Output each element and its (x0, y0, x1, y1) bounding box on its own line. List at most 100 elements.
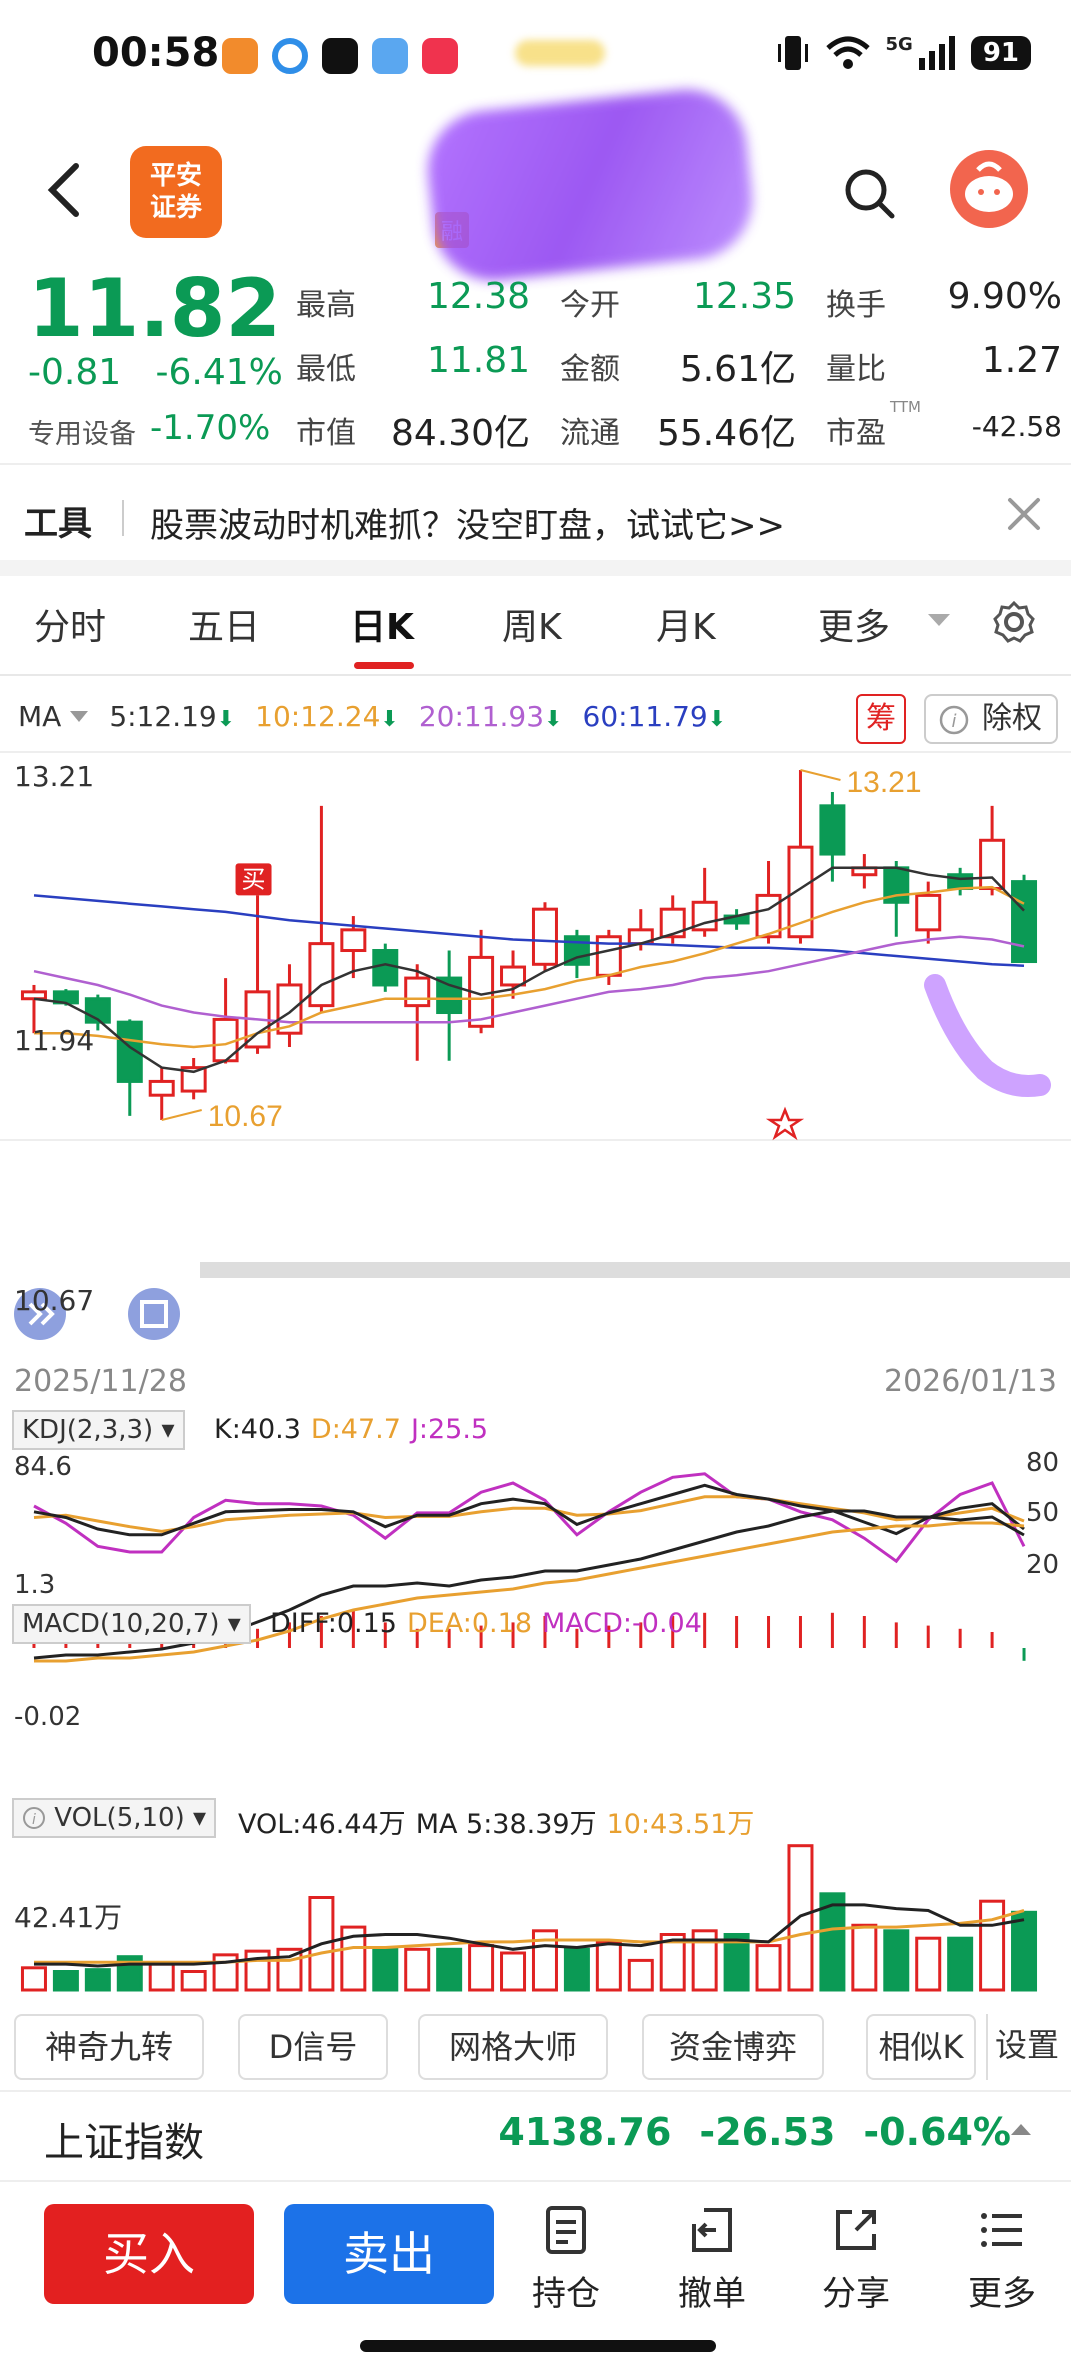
ma10-text: 10:12.24 (255, 700, 381, 733)
macd-label: MACD(10,20,7) (22, 1609, 220, 1639)
volume-bar (627, 1958, 654, 1992)
date-end: 2026/01/13 (884, 1364, 1057, 1399)
macd-value: MACD:-0.04 (542, 1608, 702, 1639)
sell-button[interactable]: 卖出 (284, 2204, 494, 2304)
tab-1[interactable]: 五日 (188, 598, 260, 650)
position-label: 持仓 (532, 2274, 600, 2314)
down-arrow-icon: ⬇ (380, 707, 399, 732)
kdj-selector[interactable]: KDJ(2,3,3) ▾ (12, 1410, 185, 1450)
candle-body (436, 976, 463, 1015)
current-price: 11.82 (28, 262, 282, 355)
document-icon (546, 2206, 586, 2254)
ma-legend[interactable]: MA 5:12.19⬇ 10:12.24⬇ 20:11.93⬇ 60:11.79… (18, 700, 726, 733)
tool-chip-5[interactable]: 设置 (986, 2014, 1066, 2080)
more-label: 更多 (968, 2274, 1036, 2314)
min-pointer (161, 1109, 202, 1121)
divider (0, 2180, 1071, 2182)
adjust-price-button[interactable]: i 除权 (924, 694, 1058, 744)
cancel-order-button[interactable]: 撤单 (662, 2204, 762, 2315)
tab-3[interactable]: 周K (502, 598, 562, 650)
status-app-icons (222, 38, 458, 74)
vol-ma10: 10:43.51万 (606, 1809, 755, 1840)
close-icon[interactable] (1004, 494, 1044, 534)
more-button[interactable]: 更多 (952, 2204, 1052, 2315)
quote-label: 最低 (296, 352, 356, 387)
volume-bar (851, 1923, 878, 1992)
kdj-d: D:47.7 (310, 1414, 401, 1445)
svg-text:i: i (951, 711, 956, 732)
quote-value: 55.46亿 (656, 413, 796, 454)
quote-label: 量比 (826, 352, 886, 387)
ma-label: MA (18, 700, 62, 733)
tool-label: 工具 (24, 504, 92, 544)
divider (0, 2090, 1071, 2092)
volume-bar (1011, 1910, 1038, 1992)
undo-icon (692, 2208, 732, 2252)
chip-distribution-button[interactable]: 筹 (856, 694, 906, 744)
volume-bar (148, 1962, 175, 1992)
volume-bar (755, 1944, 782, 1992)
macd-dea: DEA:0.18 (406, 1608, 532, 1639)
tool-promo-link[interactable]: 股票波动时机难抓？没空盯盘，试试它>> (150, 498, 785, 547)
max-pointer (800, 769, 841, 781)
vol-label: VOL(5,10) (54, 1803, 185, 1833)
menu-icon (981, 2213, 1022, 2247)
section-gap (0, 560, 1071, 576)
chevron-down-icon[interactable] (926, 612, 952, 628)
macd-axis: -0.02 (14, 1702, 82, 1732)
tool-chip-3[interactable]: 资金博弈 (642, 2014, 824, 2080)
info-icon: i (23, 1807, 45, 1829)
vol-selector[interactable]: i VOL(5,10) ▾ (12, 1798, 217, 1838)
gear-icon[interactable] (992, 600, 1036, 644)
home-indicator[interactable] (360, 2340, 716, 2352)
down-arrow-icon: ⬇ (707, 707, 727, 732)
tab-5[interactable]: 更多 (818, 598, 890, 650)
search-icon[interactable] (842, 166, 898, 222)
k-axis-mid: 11.94 (14, 1024, 95, 1057)
chat-bot-icon (965, 161, 1013, 212)
chevron-up-icon[interactable] (1010, 2122, 1032, 2136)
index-name[interactable]: 上证指数 (44, 2110, 204, 2168)
ma10-line (34, 885, 1025, 1049)
macd-selector[interactable]: MACD(10,20,7) ▾ (12, 1604, 251, 1644)
candle-body (531, 907, 558, 966)
candle-body (1011, 880, 1038, 964)
k-axis-top: 13.21 (14, 760, 95, 793)
vibrate-icon (777, 36, 808, 70)
volume-bar (595, 1940, 622, 1992)
vol-ma5: MA 5:38.39万 (415, 1809, 597, 1840)
assistant-avatar[interactable] (950, 150, 1028, 228)
volume-bar (883, 1929, 910, 1992)
position-button[interactable]: 持仓 (516, 2204, 616, 2315)
down-arrow-icon: ⬇ (544, 707, 563, 732)
tool-chip-4[interactable]: 相似K (866, 2014, 976, 2080)
tool-chip-2[interactable]: 网格大师 (418, 2014, 608, 2080)
quote-label: 市值 (296, 416, 356, 451)
star-icon (765, 1106, 805, 1141)
volume-bar (947, 1936, 974, 1992)
sector-name[interactable]: 专用设备 (28, 412, 136, 451)
tab-2[interactable]: 日K (350, 598, 414, 650)
index-value: 4138.76 (498, 2110, 672, 2154)
kdj-k: K:40.3 (214, 1414, 301, 1445)
quote-value: 11.81 (426, 340, 530, 381)
share-icon (836, 2210, 876, 2250)
candle-body (979, 838, 1006, 891)
buy-button[interactable]: 买入 (44, 2204, 254, 2304)
logo-text: 证券 (149, 193, 202, 223)
tab-0[interactable]: 分时 (34, 598, 106, 650)
tool-chip-1[interactable]: D信号 (238, 2014, 388, 2080)
tool-chip-0[interactable]: 神奇九转 (14, 2014, 204, 2080)
kdj-j: J:25.5 (410, 1414, 489, 1445)
kdj-axis-50: 50 (1026, 1498, 1060, 1528)
volume-bar (372, 1947, 399, 1992)
quote-label: 市盈 (826, 416, 886, 451)
volume-bar (500, 1951, 527, 1992)
app-icon (222, 38, 258, 74)
candle-body (372, 949, 399, 987)
share-button[interactable]: 分享 (806, 2204, 906, 2315)
quote-value: -42.58 (971, 410, 1062, 443)
tab-4[interactable]: 月K (656, 598, 716, 650)
battery-indicator: 91 (970, 36, 1031, 70)
back-icon[interactable] (40, 160, 90, 220)
